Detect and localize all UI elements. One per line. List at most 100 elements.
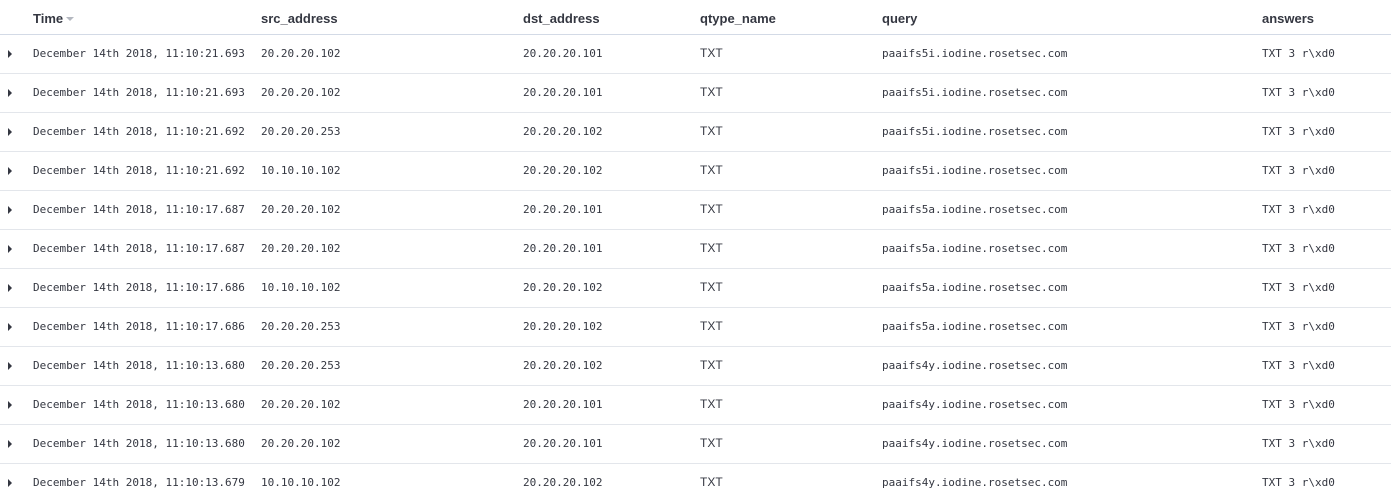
cell-qtype-name: TXT [700,280,723,294]
cell-answers: TXT 3 r\xd0 [1262,281,1335,294]
cell-query: paaifs5i.iodine.rosetsec.com [882,47,1068,60]
cell-dst-address: 20.20.20.102 [523,476,603,489]
cell-query: paaifs5a.iodine.rosetsec.com [882,203,1068,216]
cell-answers: TXT 3 r\xd0 [1262,47,1335,60]
table-row[interactable]: December 14th 2018, 11:10:13.679 10.10.10… [0,464,1391,503]
caret-right-icon [8,89,12,97]
cell-answers: TXT 3 r\xd0 [1262,242,1335,255]
cell-time: December 14th 2018, 11:10:17.686 [33,320,245,333]
cell-qtype-name: TXT [700,319,723,333]
cell-src-address: 20.20.20.253 [261,359,341,372]
cell-dst-address: 20.20.20.102 [523,320,603,333]
expand-row-button[interactable] [6,438,16,450]
expand-row-button[interactable] [6,321,16,333]
cell-time: December 14th 2018, 11:10:13.680 [33,359,245,372]
caret-right-icon [8,167,12,175]
cell-answers: TXT 3 r\xd0 [1262,86,1335,99]
cell-src-address: 20.20.20.102 [261,47,341,60]
caret-right-icon [8,50,12,58]
expand-row-button[interactable] [6,87,16,99]
table-row[interactable]: December 14th 2018, 11:10:13.680 20.20.20… [0,386,1391,425]
table-row[interactable]: December 14th 2018, 11:10:17.686 10.10.10… [0,269,1391,308]
column-header-query[interactable]: query [882,11,917,27]
cell-src-address: 20.20.20.102 [261,437,341,450]
caret-right-icon [8,284,12,292]
table-row[interactable]: December 14th 2018, 11:10:13.680 20.20.20… [0,425,1391,464]
column-header-src-address[interactable]: src_address [261,11,338,27]
cell-time: December 14th 2018, 11:10:21.692 [33,125,245,138]
cell-dst-address: 20.20.20.101 [523,86,603,99]
cell-time: December 14th 2018, 11:10:17.687 [33,203,245,216]
caret-right-icon [8,479,12,487]
cell-time: December 14th 2018, 11:10:17.687 [33,242,245,255]
cell-query: paaifs4y.iodine.rosetsec.com [882,437,1068,450]
cell-qtype-name: TXT [700,475,723,489]
cell-dst-address: 20.20.20.101 [523,203,603,216]
table-row[interactable]: December 14th 2018, 11:10:13.680 20.20.20… [0,347,1391,386]
cell-answers: TXT 3 r\xd0 [1262,125,1335,138]
sort-down-icon[interactable] [66,16,75,21]
cell-query: paaifs4y.iodine.rosetsec.com [882,476,1068,489]
table-row[interactable]: December 14th 2018, 11:10:21.693 20.20.20… [0,35,1391,74]
cell-answers: TXT 3 r\xd0 [1262,320,1335,333]
expand-row-button[interactable] [6,126,16,138]
cell-src-address: 20.20.20.253 [261,125,341,138]
cell-dst-address: 20.20.20.101 [523,437,603,450]
cell-qtype-name: TXT [700,358,723,372]
cell-time: December 14th 2018, 11:10:21.692 [33,164,245,177]
cell-time: December 14th 2018, 11:10:17.686 [33,281,245,294]
column-header-dst-address[interactable]: dst_address [523,11,600,27]
cell-dst-address: 20.20.20.102 [523,359,603,372]
expand-row-button[interactable] [6,165,16,177]
cell-dst-address: 20.20.20.102 [523,281,603,294]
cell-qtype-name: TXT [700,124,723,138]
caret-right-icon [8,128,12,136]
cell-answers: TXT 3 r\xd0 [1262,164,1335,177]
column-header-answers[interactable]: answers [1262,11,1314,27]
cell-qtype-name: TXT [700,202,723,216]
cell-src-address: 10.10.10.102 [261,476,341,489]
cell-qtype-name: TXT [700,397,723,411]
cell-time: December 14th 2018, 11:10:13.679 [33,476,245,489]
column-header-time[interactable]: Time [33,11,75,27]
table-row[interactable]: December 14th 2018, 11:10:21.692 10.10.10… [0,152,1391,191]
expand-row-button[interactable] [6,360,16,372]
table-row[interactable]: December 14th 2018, 11:10:17.687 20.20.20… [0,191,1391,230]
table-row[interactable]: December 14th 2018, 11:10:17.686 20.20.20… [0,308,1391,347]
cell-answers: TXT 3 r\xd0 [1262,398,1335,411]
cell-dst-address: 20.20.20.101 [523,242,603,255]
cell-answers: TXT 3 r\xd0 [1262,437,1335,450]
table-row[interactable]: December 14th 2018, 11:10:21.693 20.20.20… [0,74,1391,113]
cell-query: paaifs5a.iodine.rosetsec.com [882,242,1068,255]
expand-row-button[interactable] [6,48,16,60]
cell-query: paaifs5i.iodine.rosetsec.com [882,86,1068,99]
table-header: Time src_address dst_address qtype_name … [0,0,1391,35]
cell-src-address: 10.10.10.102 [261,281,341,294]
column-header-qtype-name[interactable]: qtype_name [700,11,776,27]
cell-qtype-name: TXT [700,85,723,99]
expand-row-button[interactable] [6,243,16,255]
cell-dst-address: 20.20.20.102 [523,164,603,177]
table-row[interactable]: December 14th 2018, 11:10:21.692 20.20.20… [0,113,1391,152]
expand-row-button[interactable] [6,399,16,411]
cell-answers: TXT 3 r\xd0 [1262,203,1335,216]
cell-src-address: 20.20.20.102 [261,398,341,411]
cell-answers: TXT 3 r\xd0 [1262,359,1335,372]
cell-dst-address: 20.20.20.101 [523,47,603,60]
table-row[interactable]: December 14th 2018, 11:10:17.687 20.20.20… [0,230,1391,269]
cell-src-address: 20.20.20.253 [261,320,341,333]
cell-query: paaifs5i.iodine.rosetsec.com [882,125,1068,138]
expand-row-button[interactable] [6,282,16,294]
cell-src-address: 20.20.20.102 [261,86,341,99]
cell-query: paaifs4y.iodine.rosetsec.com [882,359,1068,372]
caret-right-icon [8,362,12,370]
expand-row-button[interactable] [6,204,16,216]
caret-right-icon [8,401,12,409]
cell-query: paaifs5i.iodine.rosetsec.com [882,164,1068,177]
cell-answers: TXT 3 r\xd0 [1262,476,1335,489]
cell-time: December 14th 2018, 11:10:13.680 [33,437,245,450]
cell-time: December 14th 2018, 11:10:21.693 [33,86,245,99]
cell-dst-address: 20.20.20.101 [523,398,603,411]
cell-src-address: 20.20.20.102 [261,242,341,255]
expand-row-button[interactable] [6,477,16,489]
